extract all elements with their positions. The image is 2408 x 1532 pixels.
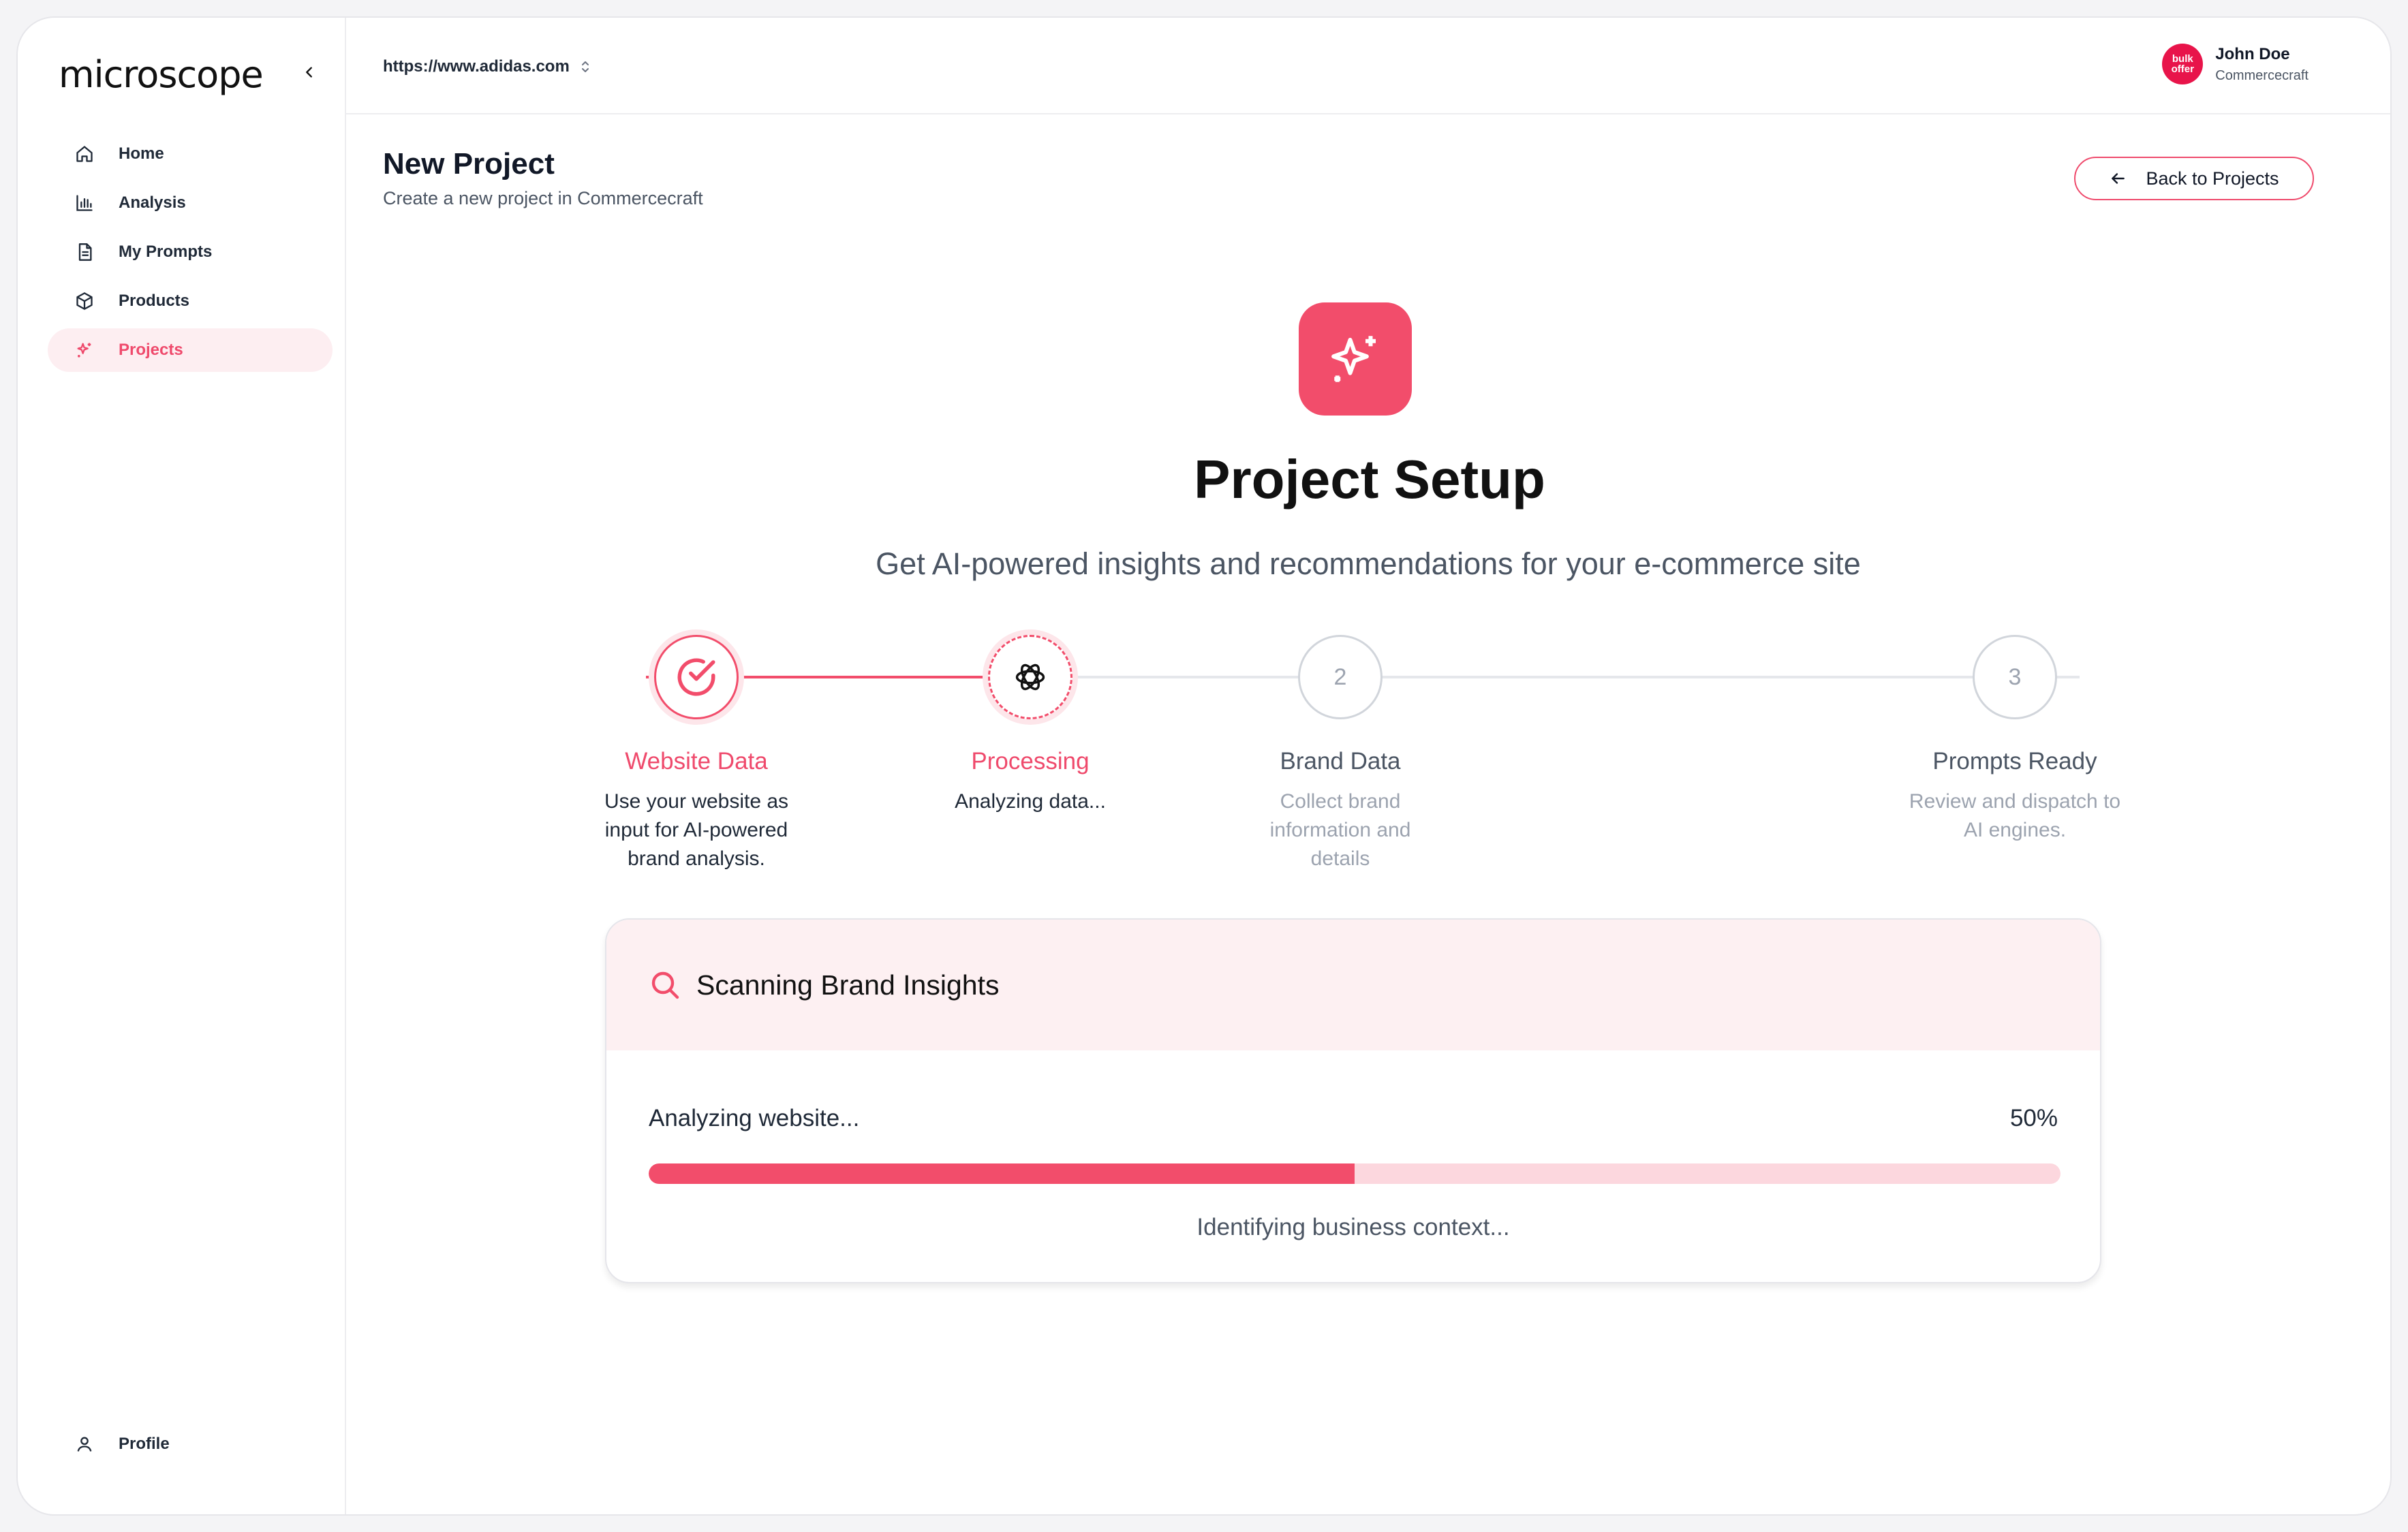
sidebar-nav: Home Analysis My Prompts Products Projec… [48,132,333,377]
step-brand-data-desc: Collect brand information and details [1269,790,1411,870]
arrow-left-icon [2109,170,2127,187]
avatar-text-line1: bulk [2172,53,2193,65]
stepper-line-pending [1072,676,2080,678]
bar-chart-icon [75,193,94,213]
project-setup-icon [1299,302,1412,416]
step-processing-desc: Analyzing data... [955,790,1106,813]
step-processing-title: Processing [971,748,1090,775]
user-icon [75,1435,94,1454]
back-to-projects-label: Back to Projects [2146,168,2279,189]
chevron-up-down-icon [579,59,591,75]
sidebar-item-label: My Prompts [119,243,213,261]
step-website-data-circle [654,635,739,719]
search-icon [649,969,681,1001]
progress-percent: 50% [2009,1105,2058,1131]
back-to-projects-button[interactable]: Back to Projects [2074,157,2314,200]
scanning-card-title: Scanning Brand Insights [696,969,1000,1001]
sidebar-item-label: Home [119,144,164,163]
avatar: bulk offer [2162,44,2204,84]
page-title: New Project [383,147,555,181]
home-icon [75,144,94,163]
chevron-left-icon [306,67,312,78]
document-icon [75,243,94,262]
sidebar-item-label: Projects [119,341,183,359]
website-url: https://www.adidas.com [383,57,570,76]
app-logo[interactable]: microscope [59,53,264,96]
sidebar-item-products[interactable]: Products [48,279,333,323]
step-number: 3 [2008,663,2022,690]
sparkle-icon [75,341,94,360]
user-org: Commercecraft [2215,67,2309,83]
step-prompts-ready-title: Prompts Ready [1932,748,2097,775]
sidebar-item-home[interactable]: Home [48,132,333,176]
user-menu[interactable]: bulk offer John Doe Commercecraft [2162,44,2309,84]
scanning-card: Scanning Brand Insights Analyzing websit… [605,918,2101,1283]
step-website-data-desc: Use your website as input for AI-powered… [604,790,789,870]
sidebar-item-my-prompts[interactable]: My Prompts [48,230,333,274]
user-info: John Doe Commercecraft [2215,45,2309,84]
box-icon [75,292,94,311]
check-circle-icon [677,658,715,696]
sparkle-icon [1331,336,1376,382]
sidebar-item-profile[interactable]: Profile [75,1435,170,1454]
avatar-text-line2: offer [2171,63,2194,75]
sidebar-item-label: Products [119,292,190,310]
step-brand-data-title: Brand Data [1280,748,1401,775]
website-selector[interactable]: https://www.adidas.com [383,57,591,76]
hero-title: Project Setup [1194,449,1545,510]
progress-bar-fill [649,1163,1355,1184]
progress-label: Analyzing website... [649,1105,860,1131]
sidebar-item-projects[interactable]: Projects [48,328,333,372]
profile-label: Profile [119,1435,170,1453]
hero-subtitle: Get AI-powered insights and recommendati… [876,546,1861,581]
step-brand-data-circle: 2 [1298,635,1383,719]
page-subtitle: Create a new project in Commercecraft [383,188,703,208]
step-website-data-title: Website Data [625,748,768,775]
top-bar: https://www.adidas.com bulk offer John D… [346,18,2390,114]
step-prompts-ready-circle: 3 [1973,635,2057,719]
progress-bar [649,1163,2060,1184]
collapse-sidebar-button[interactable] [293,56,326,89]
user-name: John Doe [2215,44,2290,63]
step-number: 2 [1333,663,1347,690]
progress-detail: Identifying business context... [1197,1214,1510,1240]
step-prompts-ready-desc: Review and dispatch to AI engines. [1909,790,2121,841]
ai-engine-icon [1015,663,1045,691]
app-window: microscope Home Analysis My Prompts Prod… [16,16,2392,1516]
sidebar-item-analysis[interactable]: Analysis [48,181,333,225]
scanning-card-header: Scanning Brand Insights [606,920,2100,1050]
sidebar-item-label: Analysis [119,193,186,212]
step-processing-circle [988,635,1072,719]
sidebar: microscope Home Analysis My Prompts Prod… [18,18,346,1514]
